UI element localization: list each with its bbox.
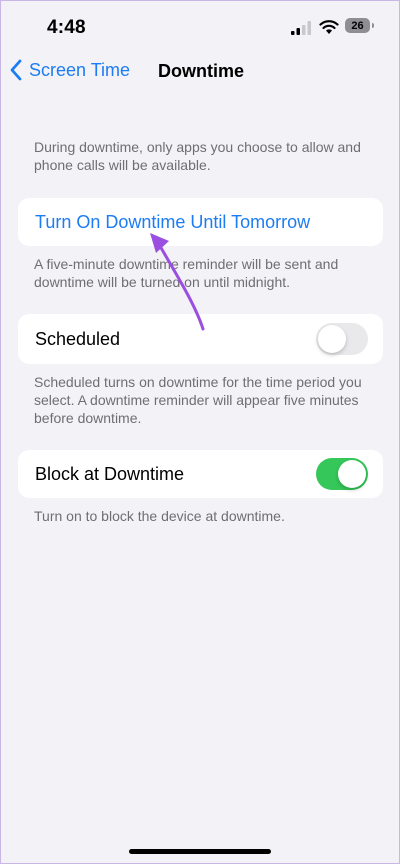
page-title-text: Downtime: [157, 61, 244, 81]
block-at-downtime-label: Block at Downtime: [35, 464, 185, 484]
status-bar: 4:48 26: [1, 1, 399, 53]
cellular-signal-icon: [291, 21, 311, 35]
block-at-downtime-toggle[interactable]: [316, 458, 368, 490]
block-at-downtime-footer: Turn on to block the device at downtime.: [34, 508, 285, 524]
block-at-downtime-row: Block at Downtime: [18, 450, 383, 498]
toggle-knob: [318, 325, 346, 353]
scheduled-label: Scheduled: [35, 329, 121, 349]
intro-description: During downtime, only apps you choose to…: [34, 139, 361, 173]
annotation-arrow-icon: [150, 233, 205, 331]
downtime-screen: 4:48 26 Screen Time Downtime During down…: [0, 0, 400, 864]
wifi-icon: [319, 20, 339, 34]
scheduled-toggle[interactable]: [316, 323, 368, 355]
battery-level: 26: [351, 19, 364, 32]
navigation-bar: Screen Time Downtime: [1, 53, 399, 93]
status-time: 4:48: [47, 17, 86, 38]
home-indicator[interactable]: [129, 849, 271, 854]
page-title: Downtime: [1, 61, 399, 82]
toggle-knob: [338, 460, 366, 488]
battery-cap: [372, 23, 374, 28]
battery-icon: 26: [345, 18, 370, 33]
scheduled-footer: Scheduled turns on downtime for the time…: [34, 374, 362, 426]
